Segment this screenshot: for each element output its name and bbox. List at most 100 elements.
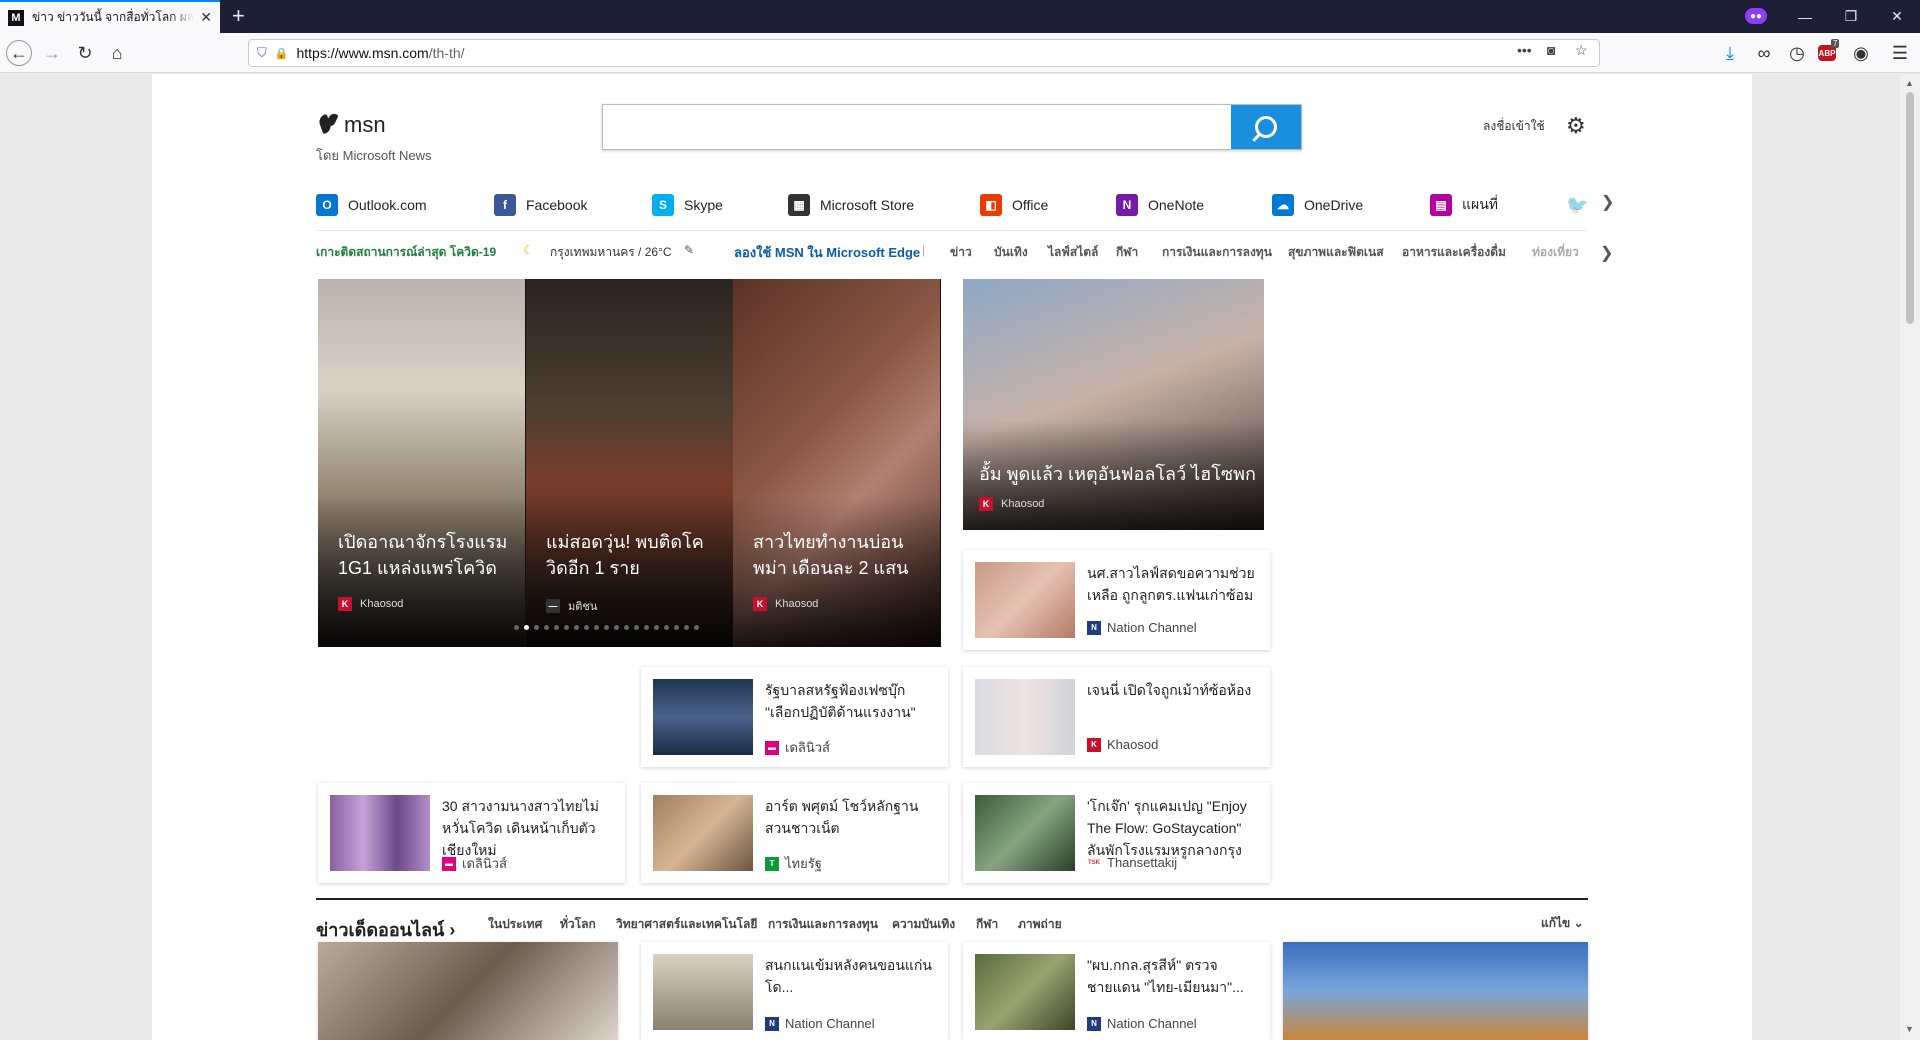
minimize-button[interactable]: — — [1782, 0, 1828, 33]
carousel-dot[interactable] — [564, 625, 569, 630]
subcat-finance[interactable]: การเงินและการลงทุน — [768, 915, 878, 934]
app-link-onenote[interactable]: N OneNote — [1116, 190, 1204, 220]
reload-button[interactable]: ↻ — [71, 39, 99, 67]
app-link-microsoft-store[interactable]: ▦ Microsoft Store — [788, 190, 914, 220]
carousel-dot[interactable] — [614, 625, 619, 630]
carousel-dot[interactable] — [634, 625, 639, 630]
story-card[interactable]: อาร์ต พศุตม์ โชว์หลักฐานสวนชาวเน็ต T ไทยร… — [641, 783, 948, 883]
bookmark-star-icon[interactable]: ☆ — [1575, 42, 1588, 59]
close-window-button[interactable]: ✕ — [1874, 0, 1920, 33]
app-link-facebook[interactable]: f Facebook — [494, 190, 587, 220]
carousel-dot[interactable] — [514, 625, 519, 630]
browser-tab[interactable]: M ข่าว ข่าววันนี้ จากสื่อทั่วโลก ผลบอล ✕ — [0, 0, 220, 33]
category-news[interactable]: ข่าว — [950, 243, 972, 262]
lock-icon[interactable]: 🔒 — [275, 47, 289, 60]
subcat-local[interactable]: ในประเทศ — [488, 915, 542, 934]
address-bar[interactable]: ⛉ 🔒 https://www.msn.com/th-th/ ••• ◙ ☆ — [248, 39, 1600, 67]
story-card[interactable]: นศ.สาวไลฟ์สดขอความช่วยเหลือ ถูกลูกตร.แฟน… — [963, 550, 1270, 650]
tab-close-icon[interactable]: ✕ — [200, 9, 212, 26]
category-health[interactable]: สุขภาพและฟิตเนส — [1288, 243, 1384, 262]
page-actions-icon[interactable]: ••• — [1517, 42, 1532, 58]
carousel-dot[interactable] — [674, 625, 679, 630]
carousel-slide[interactable]: สาวไทยทำงานบ่อนพม่า เดือนละ 2 แสน K Khaos… — [733, 279, 940, 647]
forward-button[interactable]: → — [38, 39, 66, 67]
carousel-dot[interactable] — [694, 625, 699, 630]
search-button[interactable] — [1231, 105, 1301, 149]
downloads-icon[interactable]: ⤓ — [1716, 39, 1744, 67]
hero-story[interactable]: อั้ม พูดแล้ว เหตุอันฟอลโลว์ ไฮโซพก K Khao… — [963, 279, 1264, 530]
app-links-row: O Outlook.com f Facebook S Skype ▦ Microsoft St… — [316, 190, 1616, 220]
scroll-up-icon[interactable]: ▲ — [1905, 78, 1914, 88]
carousel-dot[interactable] — [554, 625, 559, 630]
carousel-dots[interactable] — [514, 625, 699, 630]
categories-next-chevron-icon[interactable]: ❯ — [1600, 243, 1613, 263]
carousel-dot[interactable] — [684, 625, 689, 630]
new-tab-button[interactable]: + — [232, 4, 245, 28]
scroll-down-icon[interactable]: ▼ — [1905, 1024, 1914, 1034]
story-card[interactable]: 'โกเจ๊ก' รุกแคมเปญ "Enjoy The Flow: GoSt… — [963, 783, 1270, 883]
restore-button[interactable]: ❐ — [1828, 0, 1874, 33]
carousel-dot[interactable] — [604, 625, 609, 630]
signin-link[interactable]: ลงชื่อเข้าใช้ — [1483, 117, 1545, 136]
story-thumbnail — [653, 795, 753, 871]
edit-pencil-icon[interactable]: ✎ — [684, 243, 694, 257]
settings-gear-icon[interactable]: ⚙ — [1566, 113, 1586, 139]
msn-favicon-icon: M — [8, 9, 24, 26]
subcat-photos[interactable]: ภาพถ่าย — [1018, 915, 1062, 934]
extension-icon[interactable]: ◉ — [1847, 39, 1875, 67]
carousel-dot[interactable] — [624, 625, 629, 630]
subcat-world[interactable]: ทั่วโลก — [560, 915, 596, 934]
category-travel[interactable]: ท่องเที่ยว — [1532, 243, 1579, 262]
private-mask-icon[interactable]: ∞ — [1750, 39, 1778, 67]
section-title[interactable]: ข่าวเด็ดออนไลน์ › — [316, 915, 455, 944]
carousel-dot[interactable] — [644, 625, 649, 630]
carousel-dot[interactable] — [594, 625, 599, 630]
weather-text[interactable]: กรุงเทพมหานคร / 26°C — [550, 243, 672, 262]
home-button[interactable]: ⌂ — [103, 39, 131, 67]
twitter-icon[interactable]: 🐦 — [1566, 190, 1588, 220]
carousel-dot[interactable] — [574, 625, 579, 630]
search-input[interactable] — [603, 105, 1231, 149]
covid-link[interactable]: เกาะติดสถานการณ์ล่าสุด โควิด-19 — [316, 243, 496, 262]
carousel-dot[interactable] — [584, 625, 589, 630]
carousel-dot[interactable] — [524, 625, 529, 630]
subcat-entertainment[interactable]: ความบันเทิง — [892, 915, 955, 934]
app-link-onedrive[interactable]: ☁ OneDrive — [1272, 190, 1363, 220]
carousel-dot[interactable] — [544, 625, 549, 630]
subcat-science[interactable]: วิทยาศาสตร์และเทคโนโลยี — [616, 915, 757, 934]
category-finance[interactable]: การเงินและการลงทุน — [1162, 243, 1272, 262]
news-carousel[interactable]: เปิดอาณาจักรโรงแรม 1G1 แหล่งแพร่โควิด KK… — [318, 279, 941, 647]
category-lifestyle[interactable]: ไลฟ์สไตล์ — [1048, 243, 1098, 262]
page-scrollbar[interactable]: ▲ ▼ — [1900, 74, 1920, 1040]
menu-icon[interactable]: ☰ — [1886, 39, 1914, 67]
apps-next-chevron-icon[interactable]: ❯ — [1601, 192, 1614, 212]
scrollbar-thumb[interactable] — [1906, 92, 1914, 324]
history-icon[interactable]: ◷ — [1783, 39, 1811, 67]
edge-promo-link[interactable]: ลองใช้ MSN ใน Microsoft Edge — [734, 242, 920, 263]
story-card[interactable]: "ผบ.กกล.สุรสีห์" ตรวจชายแดน "ไทย-เมียนมา… — [963, 942, 1270, 1040]
category-food[interactable]: อาหารและเครื่องดื่ม — [1402, 243, 1506, 262]
carousel-dot[interactable] — [654, 625, 659, 630]
app-link-outlook-com[interactable]: O Outlook.com — [316, 190, 427, 220]
category-sports[interactable]: กีฬา — [1116, 243, 1138, 262]
tracking-shield-icon[interactable]: ⛉ — [257, 45, 267, 61]
carousel-slide[interactable]: แม่สอดวุ่น! พบติดโควิดอีก 1 ราย — มติชน — [526, 279, 733, 647]
bottom-story-image[interactable] — [1283, 942, 1588, 1040]
story-card[interactable]: 30 สาวงามนางสาวไทยไม่หวั่นโควิด เดินหน้า… — [318, 783, 625, 883]
story-card[interactable]: เจนนี่ เปิดใจถูกเม้าท์ซ้อห้อง K Khaosod — [963, 667, 1270, 767]
back-button[interactable]: ← — [6, 40, 32, 66]
carousel-dot[interactable] — [534, 625, 539, 630]
carousel-slide[interactable]: เปิดอาณาจักรโรงแรม 1G1 แหล่งแพร่โควิด KK… — [318, 279, 525, 647]
app-link-[interactable]: ▤ แผนที่ — [1430, 190, 1498, 220]
subcat-sports[interactable]: กีฬา — [976, 915, 998, 934]
app-link-office[interactable]: ◧ Office — [980, 190, 1048, 220]
app-link-skype[interactable]: S Skype — [652, 190, 723, 220]
msn-logo[interactable]: msn — [318, 112, 386, 138]
bottom-story-image[interactable] — [318, 942, 618, 1040]
story-card[interactable]: รัฐบาลสหรัฐฟ้องเฟซบุ๊ก "เลือกปฏิบัติด้าน… — [641, 667, 948, 767]
pocket-icon[interactable]: ◙ — [1547, 42, 1555, 58]
carousel-dot[interactable] — [664, 625, 669, 630]
section-edit-dropdown[interactable]: แก้ไข ⌄ — [1541, 914, 1584, 933]
category-entertainment[interactable]: บันเทิง — [994, 243, 1028, 262]
story-card[interactable]: สนกแนเข้มหลังคนขอนแก่นโด... N Nation Chan… — [641, 942, 948, 1040]
